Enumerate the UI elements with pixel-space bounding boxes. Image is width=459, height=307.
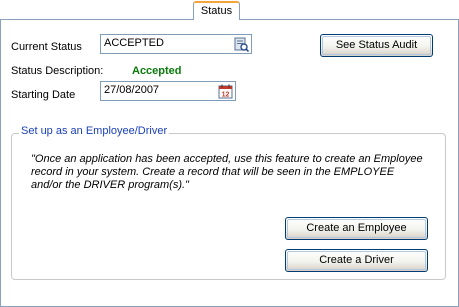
see-status-audit-button[interactable]: See Status Audit (320, 34, 433, 57)
current-status-value: ACCEPTED (104, 37, 164, 49)
lookup-icon[interactable] (234, 37, 249, 52)
create-employee-label: Create an Employee (306, 222, 407, 234)
starting-date-label: Starting Date (11, 89, 76, 101)
svg-text:12: 12 (222, 92, 230, 99)
create-driver-label: Create a Driver (319, 254, 394, 266)
create-driver-button[interactable]: Create a Driver (285, 249, 428, 272)
current-status-field[interactable]: ACCEPTED (100, 34, 252, 54)
status-description-value: Accepted (132, 65, 182, 77)
starting-date-value: 27/08/2007 (104, 84, 160, 96)
tab-status[interactable]: Status (193, 1, 240, 20)
employee-driver-legend: Set up as an Employee/Driver (19, 125, 170, 137)
calendar-icon[interactable]: 12 (218, 84, 233, 99)
tab-status-label: Status (200, 5, 233, 17)
status-description-label: Status Description: (11, 65, 104, 77)
current-status-label: Current Status (11, 41, 82, 53)
starting-date-field[interactable]: 27/08/2007 12 (100, 81, 236, 101)
employee-driver-note: "Once an application has been accepted, … (31, 153, 423, 191)
see-status-audit-label: See Status Audit (335, 39, 418, 51)
create-employee-button[interactable]: Create an Employee (285, 217, 428, 240)
